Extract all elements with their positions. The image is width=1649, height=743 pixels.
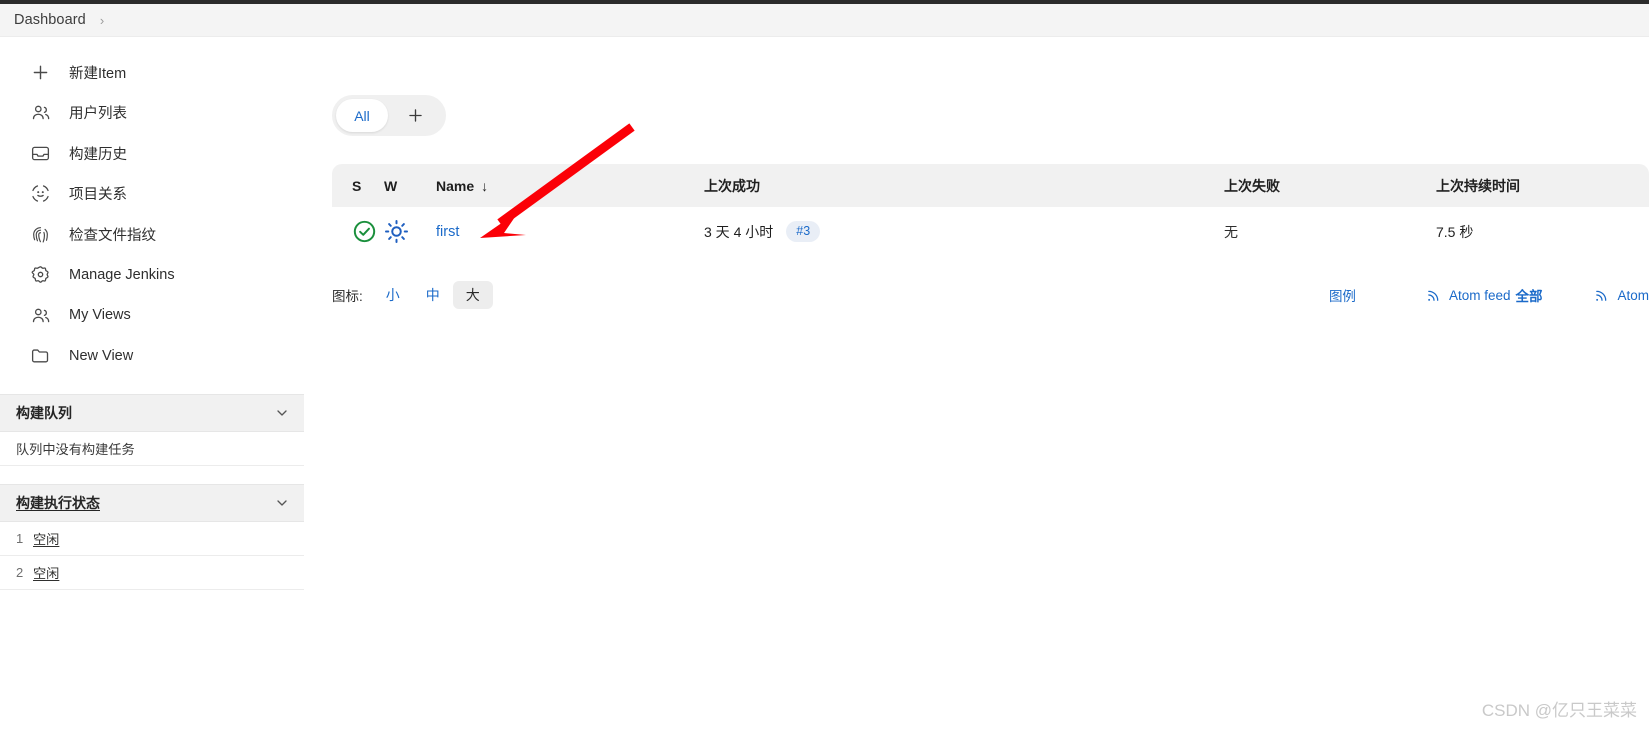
sidebar-item-my-views[interactable]: My Views [0,295,304,336]
sidebar-item-label: My Views [69,307,131,324]
executor-state: 空闲 [33,532,60,547]
fingerprint-icon [28,222,52,246]
icon-size-large[interactable]: 大 [452,281,493,309]
sidebar-item-fingerprint-check[interactable]: 检查文件指纹 [0,214,304,255]
rss-icon [1594,288,1609,303]
sidebar-item-manage-jenkins[interactable]: Manage Jenkins [0,255,304,296]
legend-label: 图例 [1328,289,1356,304]
main-content: All S W Name ↓ 上次成功 上次失败 上次持续时间 first 3 … [332,46,1649,312]
folder-icon [28,344,52,368]
legend-link[interactable]: 图例 [1329,285,1356,305]
build-queue-empty-text: 队列中没有构建任务 [16,442,135,457]
atom-feed-label: Atom [1617,287,1649,303]
build-executor-header[interactable]: 构建执行状态 [0,484,304,522]
breadcrumb-item-dashboard[interactable]: Dashboard [14,12,86,28]
breadcrumb-separator-icon: › [99,12,105,28]
atom-feed-failures-link[interactable]: Atom [1594,288,1649,303]
cell-last-failure: 无 [1224,207,1436,256]
executor-state: 空闲 [33,566,60,581]
executor-number: 1 [16,531,24,546]
build-number-badge[interactable]: #3 [786,221,821,242]
sidebar-item-users[interactable]: 用户列表 [0,93,304,134]
atom-feed-label: Atom feed [1448,287,1511,303]
icon-size-label: 图标: [332,289,363,304]
column-header-last-success[interactable]: 上次成功 [704,164,1224,207]
last-success-time: 3 天 4 小时 [704,223,774,240]
sidebar-item-new-item[interactable]: 新建Item [0,52,304,93]
cell-name: first [436,207,704,256]
relations-icon [28,182,52,206]
jobs-table-card: S W Name ↓ 上次成功 上次失败 上次持续时间 first 3 天 4 … [332,164,1649,256]
column-header-name-label: Name [436,177,475,194]
table-row: first 3 天 4 小时 #3 无 7.5 秒 [332,207,1649,256]
column-header-last-failure[interactable]: 上次失败 [1224,164,1436,207]
breadcrumb: Dashboard › [0,4,1649,37]
column-header-status[interactable]: S [332,164,384,207]
executor-row[interactable]: 2 空闲 [0,556,304,590]
sidebar-item-label: 项目关系 [69,187,127,204]
table-header-row: S W Name ↓ 上次成功 上次失败 上次持续时间 [332,164,1649,207]
sidebar-nav-list: 新建Item 用户列表 构建历史 项目关系 检查文件指纹 Manage Jenk… [0,46,304,376]
gear-icon [28,263,52,287]
rss-icon [1426,288,1441,303]
sunny-weather-icon[interactable] [384,219,436,244]
chevron-down-icon[interactable] [274,495,290,511]
sidebar-item-label: 构建历史 [69,146,127,163]
sidebar: 新建Item 用户列表 构建历史 项目关系 检查文件指纹 Manage Jenk… [0,46,304,590]
atom-feed-scope: 全部 [1515,289,1543,304]
column-header-weather[interactable]: W [384,164,436,207]
jobs-table: S W Name ↓ 上次成功 上次失败 上次持续时间 first 3 天 4 … [332,164,1649,256]
icon-size-small[interactable]: 小 [373,281,413,309]
job-link-first[interactable]: first [436,224,459,240]
build-queue-panel: 构建队列 队列中没有构建任务 [0,394,304,466]
cell-duration: 7.5 秒 [1436,207,1649,256]
jenkins-dashboard: Dashboard › 新建Item 用户列表 构建历史 项目关系 检查文件指纹… [0,0,1649,743]
cell-weather [384,207,436,256]
column-header-duration[interactable]: 上次持续时间 [1436,164,1649,207]
add-view-button[interactable] [388,99,442,132]
column-header-name[interactable]: Name ↓ [436,164,704,207]
sidebar-item-build-history[interactable]: 构建历史 [0,133,304,174]
atom-feed-all-link[interactable]: Atom feed 全部 [1426,285,1543,305]
build-queue-title: 构建队列 [16,405,72,421]
sort-descending-icon: ↓ [481,177,489,194]
people-icon [28,101,52,125]
chevron-down-icon[interactable] [274,405,290,421]
sidebar-item-label: 新建Item [69,65,127,82]
build-executor-panel: 构建执行状态 1 空闲 2 空闲 [0,484,304,590]
duration-value: 7.5 秒 [1436,223,1474,240]
sidebar-item-label: New View [69,347,134,364]
build-queue-empty-row: 队列中没有构建任务 [0,432,304,466]
inbox-icon [28,141,52,165]
cell-status [332,207,384,256]
build-executor-title: 构建执行状态 [16,495,100,511]
sidebar-item-label: Manage Jenkins [69,266,175,283]
tab-all[interactable]: All [336,99,388,132]
executor-row[interactable]: 1 空闲 [0,522,304,556]
jobs-table-head: S W Name ↓ 上次成功 上次失败 上次持续时间 [332,164,1649,207]
view-tab-bar: All [332,95,446,136]
build-queue-header[interactable]: 构建队列 [0,394,304,432]
jobs-table-body: first 3 天 4 小时 #3 无 7.5 秒 [332,207,1649,256]
sidebar-item-label: 用户列表 [69,106,127,123]
plus-icon [28,60,52,84]
people-icon [28,303,52,327]
sidebar-item-new-view[interactable]: New View [0,336,304,377]
watermark: CSDN @亿只王菜菜 [1481,701,1637,720]
executor-number: 2 [16,565,24,580]
sidebar-item-label: 检查文件指纹 [69,227,156,244]
table-footer: 图标: 小 中 大 图例 Atom feed 全部 Atom [332,278,1649,312]
sidebar-item-project-relationship[interactable]: 项目关系 [0,174,304,215]
cell-last-success: 3 天 4 小时 #3 [704,207,1224,256]
last-failure-value: 无 [1224,223,1238,240]
success-check-icon[interactable] [352,219,384,244]
icon-size-medium[interactable]: 中 [413,281,453,309]
